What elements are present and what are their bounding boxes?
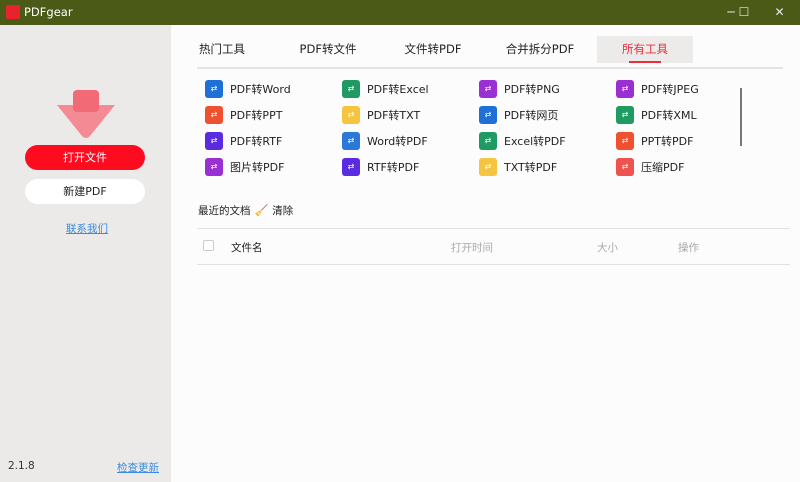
maximize-button[interactable]: ☐ bbox=[731, 0, 757, 25]
tool-item[interactable]: ⇄ PDF转JPEG bbox=[616, 80, 699, 98]
tab-all-tools[interactable]: 所有工具 bbox=[597, 36, 693, 63]
tool-icon: ⇄ bbox=[205, 80, 223, 98]
version-label: 2.1.8 bbox=[8, 460, 35, 472]
tool-item[interactable]: ⇄ PDF转PPT bbox=[205, 106, 282, 124]
tool-label: TXT转PDF bbox=[504, 161, 558, 174]
tool-icon: ⇄ bbox=[616, 106, 634, 124]
download-arrow-icon bbox=[57, 90, 115, 138]
clear-button[interactable]: 清除 bbox=[272, 203, 293, 218]
tool-item[interactable]: ⇄ PDF转PNG bbox=[479, 80, 560, 98]
tool-label: 压缩PDF bbox=[641, 161, 685, 174]
tool-icon: ⇄ bbox=[205, 158, 223, 176]
tool-item[interactable]: ⇄ RTF转PDF bbox=[342, 158, 419, 176]
col-file-name[interactable]: 文件名 bbox=[231, 240, 263, 255]
tool-label: PDF转Excel bbox=[367, 83, 429, 96]
scrollbar[interactable] bbox=[740, 88, 742, 146]
tool-item[interactable]: ⇄ PDF转RTF bbox=[205, 132, 282, 150]
tool-icon: ⇄ bbox=[479, 132, 497, 150]
tool-item[interactable]: ⇄ PDF转网页 bbox=[479, 106, 558, 124]
tool-icon: ⇄ bbox=[616, 158, 634, 176]
tool-icon: ⇄ bbox=[479, 106, 497, 124]
close-button[interactable]: ✕ bbox=[759, 0, 800, 25]
tool-icon: ⇄ bbox=[205, 132, 223, 150]
col-size[interactable]: 大小 bbox=[597, 240, 618, 255]
divider bbox=[197, 228, 790, 229]
recent-docs-title: 最近的文档 bbox=[198, 205, 251, 217]
tab-pdf-to-file[interactable]: PDF转文件 bbox=[295, 36, 361, 63]
tabs-divider bbox=[197, 67, 783, 69]
tool-item[interactable]: ⇄ TXT转PDF bbox=[479, 158, 557, 176]
tool-label: PDF转PNG bbox=[504, 83, 560, 96]
tool-label: RTF转PDF bbox=[367, 161, 420, 174]
tool-item[interactable]: ⇄ PPT转PDF bbox=[616, 132, 693, 150]
app-logo-icon bbox=[6, 5, 20, 19]
tab-file-to-pdf[interactable]: 文件转PDF bbox=[400, 36, 466, 63]
col-open-time[interactable]: 打开时间 bbox=[451, 240, 493, 255]
tool-item[interactable]: ⇄ Word转PDF bbox=[342, 132, 428, 150]
tool-icon: ⇄ bbox=[616, 132, 634, 150]
tool-label: PDF转JPEG bbox=[641, 83, 699, 96]
tool-item[interactable]: ⇄ PDF转TXT bbox=[342, 106, 420, 124]
tool-icon: ⇄ bbox=[342, 132, 360, 150]
broom-icon[interactable]: 🧹 bbox=[255, 204, 269, 217]
tool-label: PDF转TXT bbox=[367, 109, 421, 122]
title-bar: PDFgear ─ ☐ ✕ bbox=[0, 0, 800, 25]
tool-item[interactable]: ⇄ 图片转PDF bbox=[205, 158, 284, 176]
tool-item[interactable]: ⇄ 压缩PDF bbox=[616, 158, 684, 176]
tool-icon: ⇄ bbox=[342, 106, 360, 124]
tab-hot-tools[interactable]: 热门工具 bbox=[193, 36, 251, 63]
tool-item[interactable]: ⇄ PDF转Excel bbox=[342, 80, 429, 98]
tool-item[interactable]: ⇄ Excel转PDF bbox=[479, 132, 566, 150]
tool-icon: ⇄ bbox=[342, 80, 360, 98]
tool-label: PDF转RTF bbox=[230, 135, 283, 148]
tool-label: 图片转PDF bbox=[230, 161, 285, 174]
tool-icon: ⇄ bbox=[479, 80, 497, 98]
tool-label: PDF转PPT bbox=[230, 109, 283, 122]
tool-label: Word转PDF bbox=[367, 135, 428, 148]
tool-label: PDF转网页 bbox=[504, 109, 559, 122]
tab-merge-split[interactable]: 合并拆分PDF bbox=[501, 36, 579, 63]
sidebar: 打开文件 新建PDF 联系我们 2.1.8 检查更新 bbox=[0, 25, 171, 482]
new-pdf-button[interactable]: 新建PDF bbox=[25, 179, 145, 204]
tool-item[interactable]: ⇄ PDF转Word bbox=[205, 80, 291, 98]
check-update-link[interactable]: 检查更新 bbox=[117, 460, 159, 475]
tool-icon: ⇄ bbox=[342, 158, 360, 176]
col-actions: 操作 bbox=[678, 242, 699, 254]
open-file-button[interactable]: 打开文件 bbox=[25, 145, 145, 170]
tool-icon: ⇄ bbox=[205, 106, 223, 124]
select-all-checkbox[interactable] bbox=[203, 240, 214, 251]
tool-item[interactable]: ⇄ PDF转XML bbox=[616, 106, 697, 124]
tool-icon: ⇄ bbox=[616, 80, 634, 98]
app-title: PDFgear bbox=[24, 5, 73, 19]
contact-us-link[interactable]: 联系我们 bbox=[66, 221, 108, 236]
recent-docs-header: 最近的文档 🧹 清除 bbox=[198, 203, 293, 218]
divider bbox=[197, 264, 790, 265]
tool-label: Excel转PDF bbox=[504, 135, 566, 148]
tool-icon: ⇄ bbox=[479, 158, 497, 176]
tool-label: PDF转XML bbox=[641, 109, 697, 122]
tool-label: PDF转Word bbox=[230, 83, 291, 96]
tool-label: PPT转PDF bbox=[641, 135, 694, 148]
